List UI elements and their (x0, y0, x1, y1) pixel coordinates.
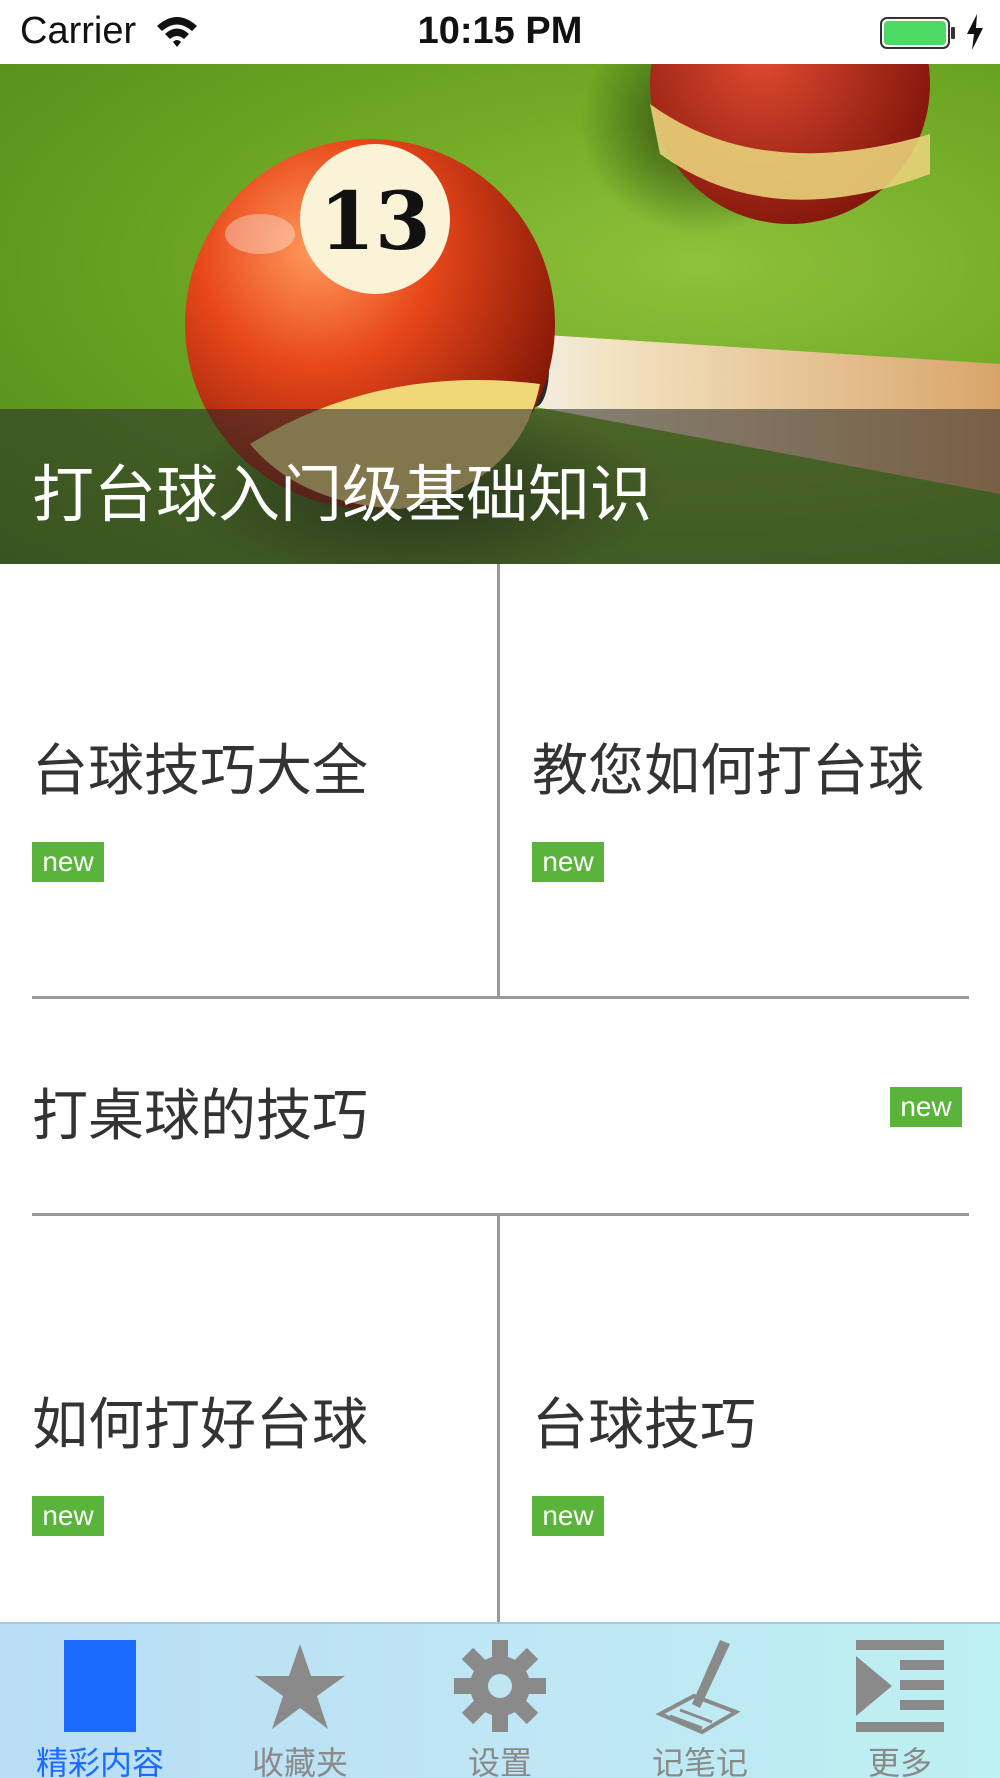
tab-label: 记笔记 (651, 1744, 748, 1778)
item-title: 台球技巧 (532, 1393, 756, 1458)
tab-label: 收藏夹 (251, 1744, 348, 1778)
new-badge: new (32, 1496, 104, 1536)
tab-bar: 精彩内容 收藏夹 设置 记笔记 更多 (0, 1622, 1000, 1778)
tab-more[interactable]: 更多 (800, 1624, 1000, 1778)
list-item[interactable]: 打桌球的技巧 new (0, 999, 1000, 1213)
tab-content[interactable]: 精彩内容 (0, 1624, 200, 1778)
more-icon (856, 1640, 944, 1732)
tab-favorites[interactable]: 收藏夹 (200, 1624, 400, 1778)
status-time: 10:15 PM (417, 10, 583, 52)
tab-notes[interactable]: 记笔记 (600, 1624, 800, 1778)
list-item[interactable]: 如何打好台球 new (0, 1216, 497, 1622)
list-item[interactable]: 台球技巧 new (500, 1216, 1000, 1622)
list-item[interactable]: 教您如何打台球 new (500, 564, 1000, 996)
gear-icon (454, 1640, 546, 1732)
status-bar: Carrier 10:15 PM (0, 0, 1000, 64)
tab-settings[interactable]: 设置 (400, 1624, 600, 1778)
new-badge: new (532, 1496, 604, 1536)
ball-number: 13 (319, 174, 430, 268)
tab-label: 设置 (467, 1744, 532, 1778)
item-title: 打桌球的技巧 (32, 1084, 368, 1149)
hero-title: 打台球入门级基础知识 (32, 458, 653, 531)
new-badge: new (32, 842, 104, 882)
tab-label: 精彩内容 (35, 1744, 164, 1778)
content-icon (64, 1640, 136, 1732)
item-title: 如何打好台球 (32, 1393, 368, 1458)
star-icon (255, 1644, 345, 1729)
tab-label: 更多 (867, 1744, 932, 1778)
new-badge: new (532, 842, 604, 882)
item-title: 教您如何打台球 (532, 739, 924, 804)
new-badge: new (890, 1087, 962, 1127)
list-item[interactable]: 台球技巧大全 new (0, 564, 497, 996)
charging-icon (967, 14, 983, 50)
hero-banner[interactable]: 13 打台球入门级基础知识 (0, 64, 1000, 564)
pen-icon (655, 1640, 741, 1735)
item-title: 台球技巧大全 (32, 739, 368, 804)
battery-icon (880, 17, 955, 49)
